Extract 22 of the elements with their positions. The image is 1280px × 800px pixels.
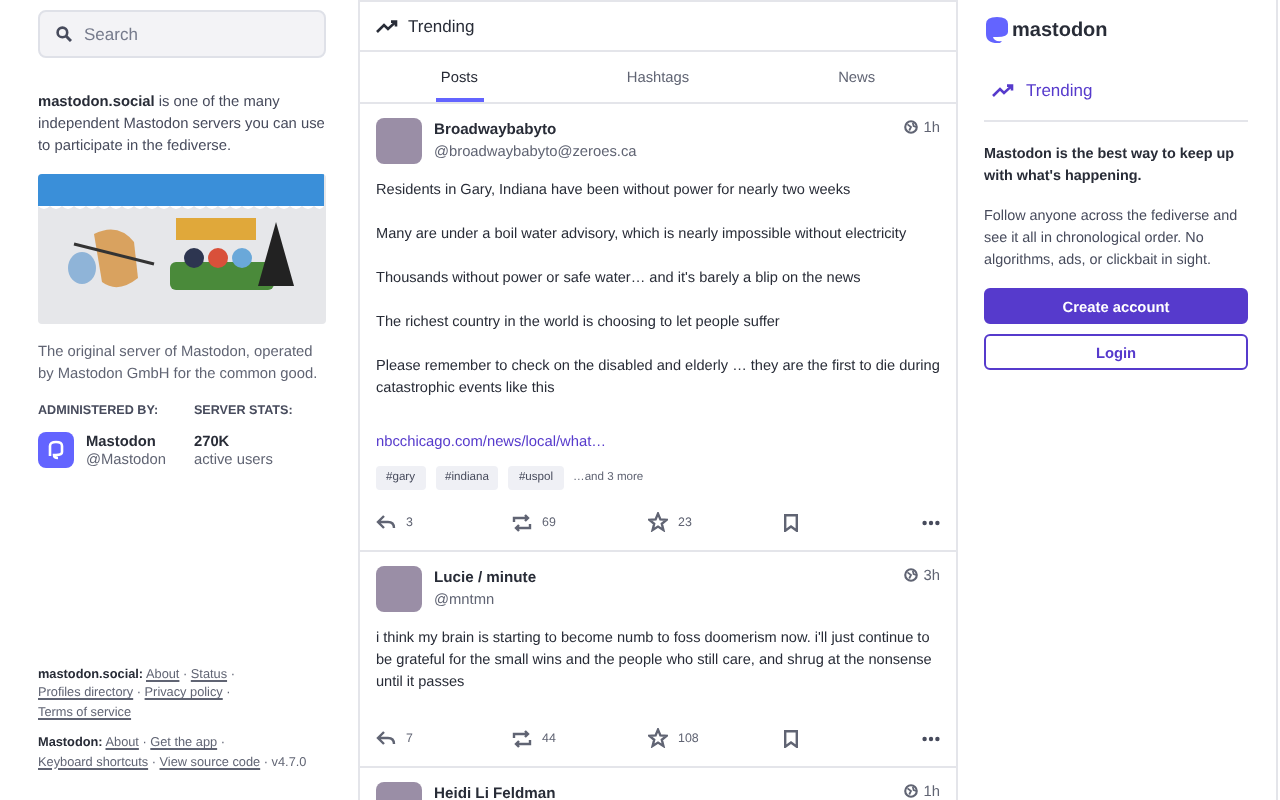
search-field[interactable]: Search — [38, 10, 326, 58]
bookmark-icon[interactable] — [784, 513, 798, 531]
nav-item[interactable]: Trending — [984, 80, 1248, 116]
reply-icon[interactable] — [376, 730, 396, 746]
bookmark-icon[interactable] — [784, 729, 798, 747]
globe-icon — [903, 120, 918, 134]
more-icon[interactable] — [922, 735, 940, 741]
globe-icon — [903, 784, 918, 798]
logo-text[interactable]: mastodon — [1012, 19, 1108, 41]
star-icon[interactable] — [648, 728, 668, 748]
avatar-photo-placeholder[interactable] — [376, 118, 422, 164]
globe-icon — [903, 568, 918, 582]
search-icon — [56, 26, 72, 42]
boost-icon[interactable] — [512, 513, 532, 531]
trending-icon — [992, 83, 1014, 97]
reply-icon[interactable] — [376, 514, 396, 530]
more-icon[interactable] — [922, 519, 940, 525]
avatar-photo-placeholder[interactable] — [376, 566, 422, 612]
trending-icon — [376, 19, 398, 33]
feed-title: Trending — [408, 16, 475, 36]
star-icon[interactable] — [648, 512, 668, 532]
boost-icon[interactable] — [512, 729, 532, 747]
